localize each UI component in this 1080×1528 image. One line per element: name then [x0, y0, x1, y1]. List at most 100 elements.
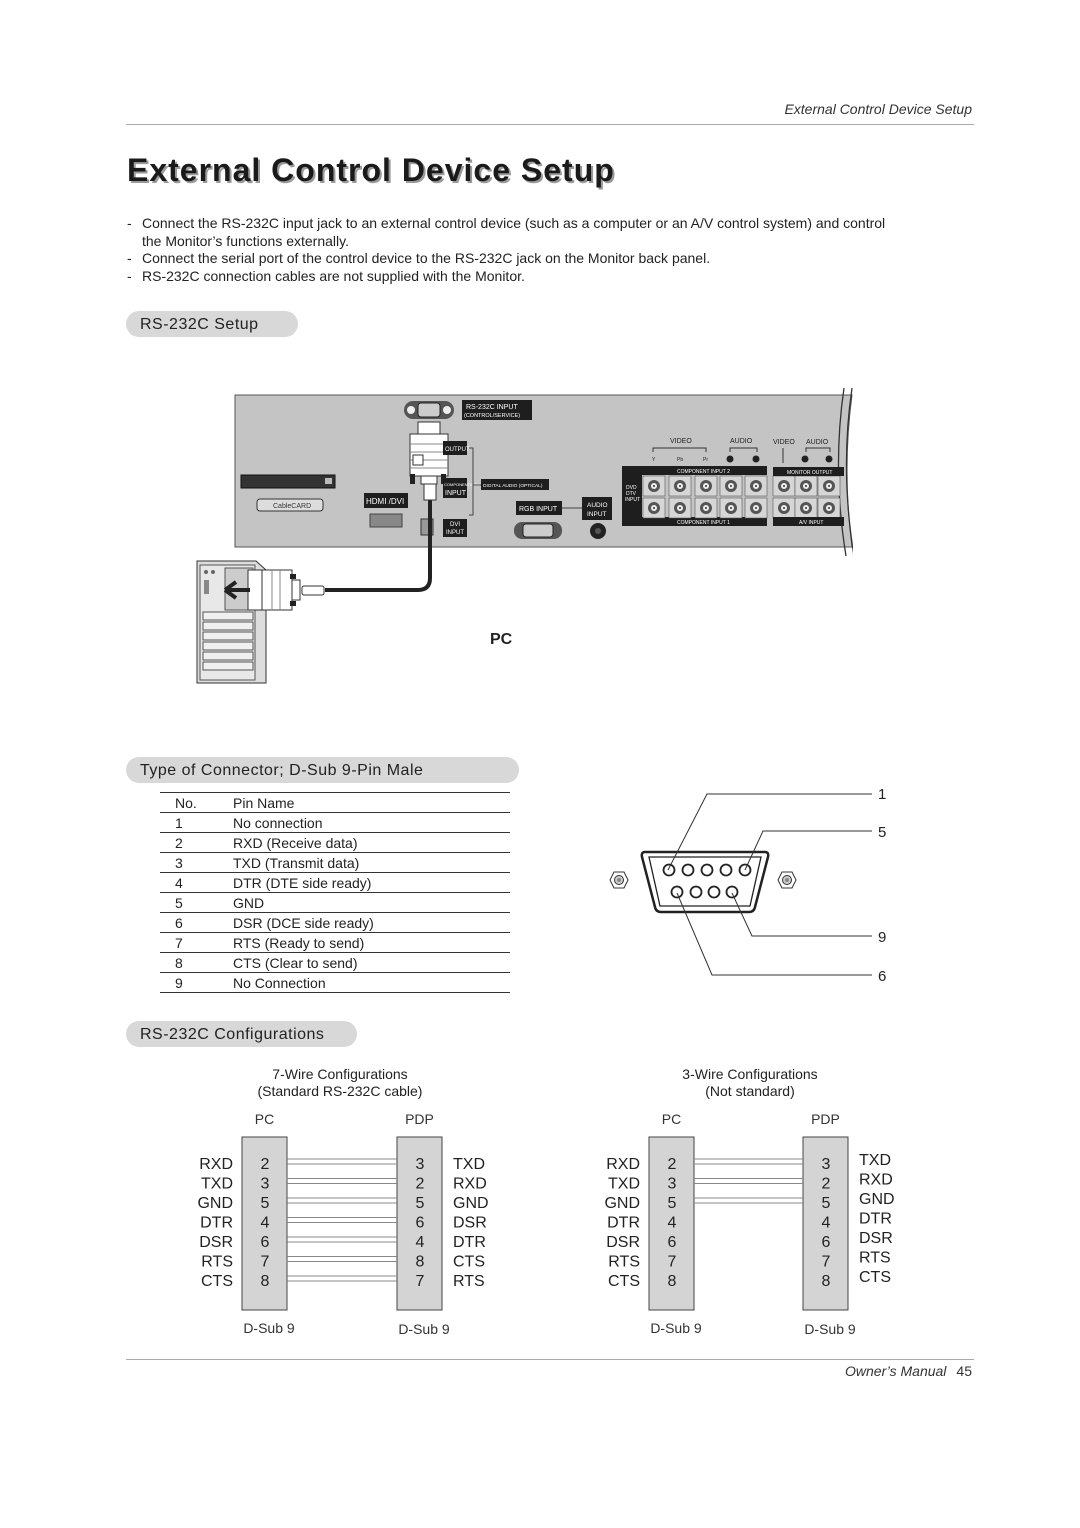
pin-name: DTR (DTE side ready): [233, 872, 510, 893]
svg-text:Pb: Pb: [677, 457, 683, 463]
pc-pin-number: 8: [668, 1273, 677, 1290]
column-header-pin-name: Pin Name: [233, 792, 510, 813]
pc-signal-label: DTR: [607, 1215, 640, 1232]
page-footer: Owner’s Manual 45: [845, 1363, 972, 1379]
pc-signal-label: CTS: [201, 1273, 233, 1290]
pc-side-label: PC: [255, 1111, 274, 1127]
pin-6: [670, 885, 684, 899]
pin-table: No. Pin Name 1 No connection 2 RXD (Receiv…: [160, 792, 510, 993]
bullet-dash: -: [127, 250, 132, 266]
video-label: VIDEO: [670, 438, 692, 445]
pdp-pin-number: 7: [416, 1273, 425, 1290]
dvi-input-text: INPUT: [446, 530, 464, 536]
rs232c-port-icon: [404, 401, 454, 419]
pc-pin-number: 5: [261, 1195, 270, 1212]
pin-name: GND: [233, 892, 510, 913]
pdp-signal-label: GND: [453, 1195, 489, 1212]
footer-manual-title: Owner’s Manual: [845, 1363, 947, 1379]
config-3-wire: 3-Wire Configurations(Not standard) PC PDP…: [604, 1066, 894, 1337]
rs232c-input-text: RS-232C INPUT: [466, 404, 518, 411]
table-row: 7 RTS (Ready to send): [160, 932, 510, 953]
pdp-pin-number: 5: [822, 1195, 831, 1212]
pin-4: [719, 863, 733, 877]
pc-pin-number: 4: [668, 1215, 677, 1232]
pc-pin-number: 8: [261, 1273, 270, 1290]
header-divider: [126, 124, 974, 125]
pc-pin-number: 3: [261, 1176, 270, 1193]
pc-serial-plug-icon: [247, 569, 325, 611]
pdp-pin-number: 2: [416, 1176, 425, 1193]
config-subtitle: (Standard RS-232C cable): [258, 1083, 423, 1099]
rgb-input-text: RGB INPUT: [519, 506, 558, 513]
output-text: OUTPUT: [445, 447, 470, 453]
running-header: External Control Device Setup: [784, 101, 972, 117]
svg-text:INPUT: INPUT: [625, 497, 640, 503]
pdp-pin-number: 2: [822, 1176, 831, 1193]
rs232c-control-text: (CONTROL/SERVICE): [464, 413, 520, 419]
pin-number: 9: [160, 972, 233, 993]
pdp-signal-label: CTS: [859, 1269, 891, 1286]
bullet-item: - Connect the RS-232C input jack to an e…: [127, 215, 887, 250]
pdp-signal-label: RXD: [453, 1176, 487, 1193]
pc-pin-number: 5: [668, 1195, 677, 1212]
pc-connector-type: D-Sub 9: [243, 1320, 295, 1336]
column-header-no: No.: [160, 792, 233, 813]
audio-text: AUDIO: [587, 502, 608, 509]
pc-signal-label: GND: [604, 1195, 640, 1212]
table-row: 3 TXD (Transmit data): [160, 852, 510, 873]
hdmi-dvi-text: HDMI /DVI: [366, 497, 404, 506]
pc-signal-label: RXD: [199, 1156, 233, 1173]
table-row: 4 DTR (DTE side ready): [160, 872, 510, 893]
pin-name: CTS (Clear to send): [233, 952, 510, 973]
pdp-pin-number: 8: [822, 1273, 831, 1290]
pin-1: [662, 863, 676, 877]
pdp-pin-number: 3: [822, 1156, 831, 1173]
pdp-signal-label: RXD: [859, 1172, 893, 1189]
callout-label-1: 1: [878, 786, 886, 803]
pc-pin-number: 7: [668, 1254, 677, 1271]
pdp-pin-number: 6: [416, 1215, 425, 1232]
section-heading-rs232c-setup: RS-232C Setup: [126, 311, 298, 337]
svg-text:COMPONENT INPUT 1: COMPONENT INPUT 1: [677, 520, 730, 526]
pdp-signal-label: DTR: [453, 1234, 486, 1251]
pc-pin-number: 4: [261, 1215, 270, 1232]
mounting-screw-icon: [609, 871, 629, 889]
pc-pin-number: 3: [668, 1176, 677, 1193]
svg-text:MONITOR OUTPUT: MONITOR OUTPUT: [787, 470, 832, 476]
section-heading-configurations: RS-232C Configurations: [126, 1021, 357, 1047]
wiring-configurations: 7-Wire Configurations(Standard RS-232C c…: [197, 1066, 894, 1337]
pin-3: [700, 863, 714, 877]
dsub9-connector-diagram: 1 5 9 6: [609, 786, 886, 985]
table-row: 6 DSR (DCE side ready): [160, 912, 510, 933]
pc-pin-number: 6: [668, 1234, 677, 1251]
mounting-screw-icon: [777, 871, 797, 889]
pc-pin-number: 6: [261, 1234, 270, 1251]
pdp-signal-label: DSR: [453, 1215, 487, 1232]
pdp-side-label: PDP: [405, 1111, 434, 1127]
page-number: 45: [956, 1363, 972, 1379]
pc-signal-label: DTR: [200, 1215, 233, 1232]
table-row: 2 RXD (Receive data): [160, 832, 510, 853]
pc-pin-number: 7: [261, 1254, 270, 1271]
pc-side-label: PC: [662, 1111, 681, 1127]
cablecard-text: CableCARD: [273, 503, 311, 510]
pc-pin-number: 2: [261, 1156, 270, 1173]
bullet-text: Connect the RS-232C input jack to an ext…: [142, 215, 886, 249]
config-title: 3-Wire Configurations: [682, 1066, 817, 1082]
pdp-signal-label: DSR: [859, 1230, 893, 1247]
table-header-row: No. Pin Name: [160, 792, 510, 813]
dvi-text: DVI: [450, 522, 460, 528]
pdp-signal-label: CTS: [453, 1254, 485, 1271]
pin-2: [681, 863, 695, 877]
pdp-pin-number: 4: [822, 1215, 831, 1232]
monitor-audio-label: AUDIO: [806, 439, 829, 446]
pin-number: 5: [160, 892, 233, 913]
pc-signal-label: TXD: [201, 1176, 233, 1193]
callout-label-6: 6: [878, 968, 886, 985]
svg-text:COMPONENT INPUT 2: COMPONENT INPUT 2: [677, 469, 730, 475]
pc-signal-label: RTS: [201, 1254, 233, 1271]
pin-number: 7: [160, 932, 233, 953]
config-title: 7-Wire Configurations: [272, 1066, 407, 1082]
pdp-signal-label: DTR: [859, 1211, 892, 1228]
callout-label-9: 9: [878, 929, 886, 946]
